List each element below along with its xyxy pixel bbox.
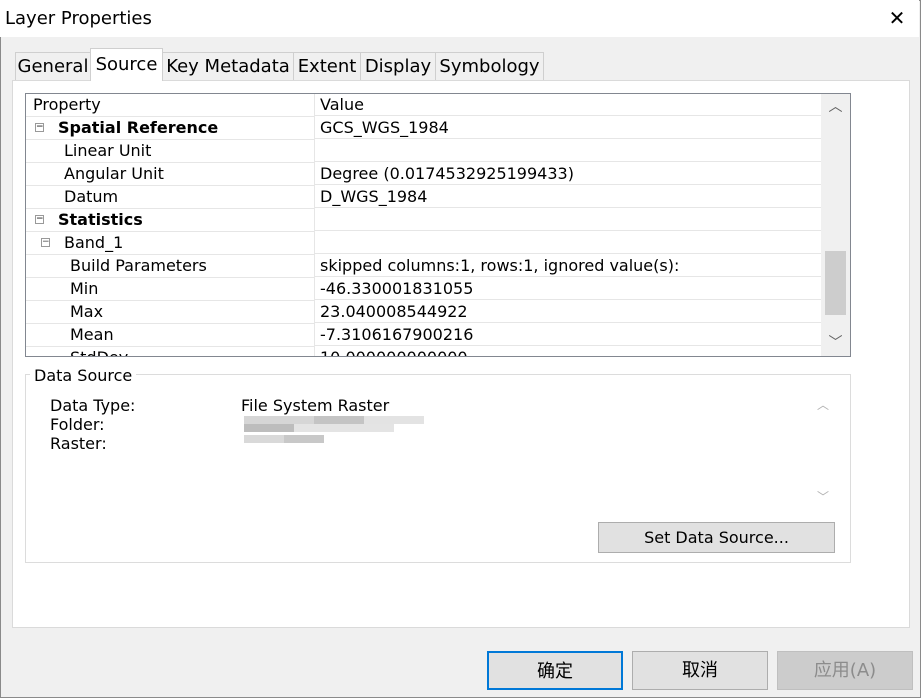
data-source-legend: Data Source bbox=[30, 366, 137, 385]
property-name: Build Parameters bbox=[70, 256, 207, 275]
chevron-up-icon[interactable]: ︿ bbox=[821, 94, 850, 120]
table-row[interactable]: Build Parameters skipped columns:1, rows… bbox=[26, 255, 822, 278]
property-value bbox=[315, 140, 822, 162]
property-name: Statistics bbox=[58, 210, 143, 229]
property-name: Band_1 bbox=[64, 233, 124, 252]
property-value bbox=[315, 209, 822, 231]
property-value: 10.000000000000 bbox=[315, 347, 822, 356]
collapse-icon[interactable]: − bbox=[35, 215, 44, 224]
property-value: -7.3106167900216 bbox=[315, 324, 822, 346]
window-title: Layer Properties bbox=[5, 8, 152, 29]
table-row[interactable]: Datum D_WGS_1984 bbox=[26, 186, 822, 209]
property-value: -46.330001831055 bbox=[315, 278, 822, 300]
collapse-icon[interactable]: − bbox=[35, 123, 44, 132]
tab-source[interactable]: Source bbox=[90, 48, 163, 81]
property-name: Linear Unit bbox=[64, 141, 152, 160]
chevron-down-icon[interactable]: ﹀ bbox=[821, 330, 850, 356]
table-row[interactable]: Angular Unit Degree (0.0174532925199433) bbox=[26, 163, 822, 186]
tab-display[interactable]: Display bbox=[360, 52, 436, 80]
data-type-label: Data Type: bbox=[50, 396, 136, 415]
scrollbar-thumb[interactable] bbox=[825, 251, 846, 315]
property-value: GCS_WGS_1984 bbox=[315, 117, 822, 139]
property-value: D_WGS_1984 bbox=[315, 186, 822, 208]
grid-scrollbar[interactable]: ︿ ﹀ bbox=[821, 94, 850, 356]
table-row[interactable]: Linear Unit bbox=[26, 140, 822, 163]
cancel-button[interactable]: 取消 bbox=[632, 651, 768, 690]
tab-extent[interactable]: Extent bbox=[293, 52, 361, 80]
property-name: Min bbox=[70, 279, 99, 298]
grid-header: Property Value bbox=[26, 94, 822, 117]
chevron-up-icon[interactable]: ︿ bbox=[810, 396, 836, 418]
property-value: Degree (0.0174532925199433) bbox=[315, 163, 822, 185]
property-name: Max bbox=[70, 302, 104, 321]
redacted-path bbox=[244, 414, 424, 450]
chevron-down-icon[interactable]: ﹀ bbox=[810, 488, 836, 510]
property-grid[interactable]: Property Value − Spatial Reference GCS_W… bbox=[25, 93, 851, 357]
column-header-property: Property bbox=[33, 95, 101, 114]
property-name: Datum bbox=[64, 187, 119, 206]
table-row[interactable]: − Band_1 bbox=[26, 232, 822, 255]
raster-label: Raster: bbox=[50, 434, 107, 453]
collapse-icon[interactable]: − bbox=[41, 238, 50, 247]
table-row[interactable]: StdDev 10.000000000000 bbox=[26, 347, 822, 356]
column-header-value: Value bbox=[315, 94, 822, 116]
table-row[interactable]: Min -46.330001831055 bbox=[26, 278, 822, 301]
close-icon[interactable]: ✕ bbox=[880, 2, 914, 34]
property-value bbox=[315, 232, 822, 254]
ok-button[interactable]: 确定 bbox=[487, 651, 623, 690]
tab-general[interactable]: General bbox=[15, 52, 91, 80]
property-value: skipped columns:1, rows:1, ignored value… bbox=[315, 255, 822, 277]
table-row[interactable]: − Statistics bbox=[26, 209, 822, 232]
table-row[interactable]: Mean -7.3106167900216 bbox=[26, 324, 822, 347]
property-value: 23.040008544922 bbox=[315, 301, 822, 323]
property-name: Mean bbox=[70, 325, 114, 344]
table-row[interactable]: Max 23.040008544922 bbox=[26, 301, 822, 324]
data-type-value: File System Raster bbox=[241, 396, 390, 415]
tab-symbology[interactable]: Symbology bbox=[435, 52, 544, 80]
property-name: Spatial Reference bbox=[58, 118, 219, 137]
data-source-scrollbar[interactable]: ︿ ﹀ bbox=[810, 392, 836, 510]
set-data-source-button[interactable]: Set Data Source... bbox=[598, 522, 835, 553]
tab-key-metadata[interactable]: Key Metadata bbox=[162, 52, 294, 80]
table-row[interactable]: − Spatial Reference GCS_WGS_1984 bbox=[26, 117, 822, 140]
property-name: Angular Unit bbox=[64, 164, 164, 183]
property-name: StdDev bbox=[70, 347, 128, 356]
apply-button[interactable]: 应用(A) bbox=[777, 651, 913, 690]
folder-label: Folder: bbox=[50, 415, 105, 434]
